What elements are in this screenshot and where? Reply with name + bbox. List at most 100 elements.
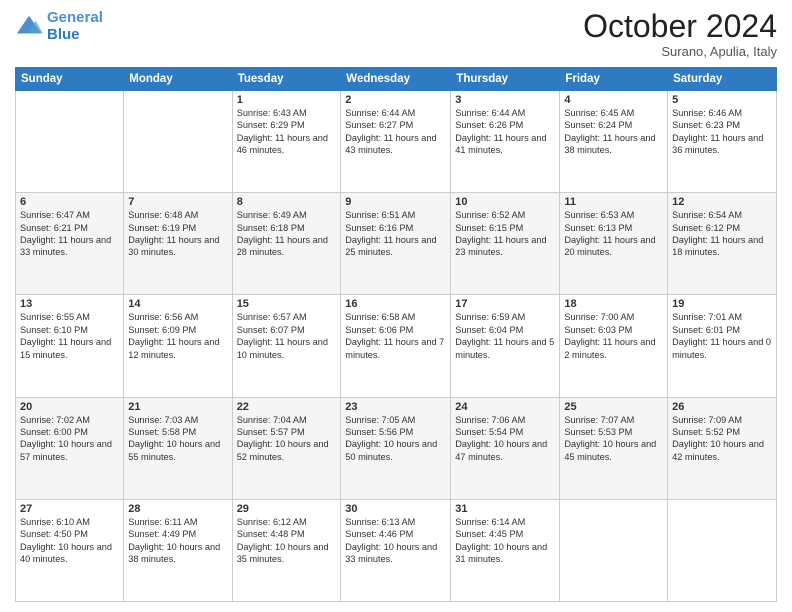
week-row-1: 1Sunrise: 6:43 AM Sunset: 6:29 PM Daylig… [16, 91, 777, 193]
day-info: Sunrise: 7:07 AM Sunset: 5:53 PM Dayligh… [564, 414, 663, 464]
day-number: 28 [128, 503, 227, 515]
day-cell: 31Sunrise: 6:14 AM Sunset: 4:45 PM Dayli… [451, 499, 560, 601]
day-number: 19 [672, 298, 772, 310]
day-number: 31 [455, 503, 555, 515]
day-info: Sunrise: 6:12 AM Sunset: 4:48 PM Dayligh… [237, 516, 337, 566]
day-number: 17 [455, 298, 555, 310]
day-number: 25 [564, 401, 663, 413]
day-number: 14 [128, 298, 227, 310]
day-header-sunday: Sunday [16, 68, 124, 91]
day-info: Sunrise: 6:54 AM Sunset: 6:12 PM Dayligh… [672, 209, 772, 259]
day-cell: 27Sunrise: 6:10 AM Sunset: 4:50 PM Dayli… [16, 499, 124, 601]
day-cell: 3Sunrise: 6:44 AM Sunset: 6:26 PM Daylig… [451, 91, 560, 193]
day-cell [16, 91, 124, 193]
week-row-5: 27Sunrise: 6:10 AM Sunset: 4:50 PM Dayli… [16, 499, 777, 601]
day-info: Sunrise: 7:03 AM Sunset: 5:58 PM Dayligh… [128, 414, 227, 464]
day-number: 2 [345, 94, 446, 106]
header-row: SundayMondayTuesdayWednesdayThursdayFrid… [16, 68, 777, 91]
day-cell: 23Sunrise: 7:05 AM Sunset: 5:56 PM Dayli… [341, 397, 451, 499]
day-cell: 9Sunrise: 6:51 AM Sunset: 6:16 PM Daylig… [341, 193, 451, 295]
logo-line2: Blue [47, 27, 103, 44]
day-number: 5 [672, 94, 772, 106]
day-cell: 13Sunrise: 6:55 AM Sunset: 6:10 PM Dayli… [16, 295, 124, 397]
day-cell: 12Sunrise: 6:54 AM Sunset: 6:12 PM Dayli… [668, 193, 777, 295]
day-info: Sunrise: 6:57 AM Sunset: 6:07 PM Dayligh… [237, 311, 337, 361]
day-cell: 17Sunrise: 6:59 AM Sunset: 6:04 PM Dayli… [451, 295, 560, 397]
day-info: Sunrise: 7:04 AM Sunset: 5:57 PM Dayligh… [237, 414, 337, 464]
day-info: Sunrise: 6:11 AM Sunset: 4:49 PM Dayligh… [128, 516, 227, 566]
day-number: 30 [345, 503, 446, 515]
day-number: 20 [20, 401, 119, 413]
week-row-2: 6Sunrise: 6:47 AM Sunset: 6:21 PM Daylig… [16, 193, 777, 295]
day-cell: 18Sunrise: 7:00 AM Sunset: 6:03 PM Dayli… [560, 295, 668, 397]
logo: General Blue [15, 10, 103, 43]
calendar-table: SundayMondayTuesdayWednesdayThursdayFrid… [15, 67, 777, 602]
day-number: 6 [20, 196, 119, 208]
day-info: Sunrise: 6:55 AM Sunset: 6:10 PM Dayligh… [20, 311, 119, 361]
day-info: Sunrise: 7:01 AM Sunset: 6:01 PM Dayligh… [672, 311, 772, 361]
month-title: October 2024 [583, 10, 777, 42]
day-cell: 15Sunrise: 6:57 AM Sunset: 6:07 PM Dayli… [232, 295, 341, 397]
day-info: Sunrise: 7:05 AM Sunset: 5:56 PM Dayligh… [345, 414, 446, 464]
day-number: 21 [128, 401, 227, 413]
day-info: Sunrise: 6:47 AM Sunset: 6:21 PM Dayligh… [20, 209, 119, 259]
day-info: Sunrise: 6:51 AM Sunset: 6:16 PM Dayligh… [345, 209, 446, 259]
day-number: 8 [237, 196, 337, 208]
day-number: 13 [20, 298, 119, 310]
day-info: Sunrise: 6:14 AM Sunset: 4:45 PM Dayligh… [455, 516, 555, 566]
day-number: 12 [672, 196, 772, 208]
week-row-3: 13Sunrise: 6:55 AM Sunset: 6:10 PM Dayli… [16, 295, 777, 397]
day-info: Sunrise: 6:56 AM Sunset: 6:09 PM Dayligh… [128, 311, 227, 361]
day-info: Sunrise: 6:53 AM Sunset: 6:13 PM Dayligh… [564, 209, 663, 259]
day-info: Sunrise: 7:06 AM Sunset: 5:54 PM Dayligh… [455, 414, 555, 464]
logo-line1: General [47, 9, 103, 26]
day-cell: 16Sunrise: 6:58 AM Sunset: 6:06 PM Dayli… [341, 295, 451, 397]
week-row-4: 20Sunrise: 7:02 AM Sunset: 6:00 PM Dayli… [16, 397, 777, 499]
day-cell: 14Sunrise: 6:56 AM Sunset: 6:09 PM Dayli… [124, 295, 232, 397]
day-header-tuesday: Tuesday [232, 68, 341, 91]
day-cell: 22Sunrise: 7:04 AM Sunset: 5:57 PM Dayli… [232, 397, 341, 499]
day-info: Sunrise: 7:00 AM Sunset: 6:03 PM Dayligh… [564, 311, 663, 361]
day-cell: 6Sunrise: 6:47 AM Sunset: 6:21 PM Daylig… [16, 193, 124, 295]
calendar-body: 1Sunrise: 6:43 AM Sunset: 6:29 PM Daylig… [16, 91, 777, 602]
day-cell: 7Sunrise: 6:48 AM Sunset: 6:19 PM Daylig… [124, 193, 232, 295]
title-block: October 2024 Surano, Apulia, Italy [583, 10, 777, 59]
day-cell: 30Sunrise: 6:13 AM Sunset: 4:46 PM Dayli… [341, 499, 451, 601]
day-info: Sunrise: 6:44 AM Sunset: 6:26 PM Dayligh… [455, 107, 555, 157]
day-number: 11 [564, 196, 663, 208]
day-cell: 20Sunrise: 7:02 AM Sunset: 6:00 PM Dayli… [16, 397, 124, 499]
day-cell: 19Sunrise: 7:01 AM Sunset: 6:01 PM Dayli… [668, 295, 777, 397]
day-number: 3 [455, 94, 555, 106]
day-number: 4 [564, 94, 663, 106]
logo-icon [15, 13, 43, 41]
day-info: Sunrise: 6:10 AM Sunset: 4:50 PM Dayligh… [20, 516, 119, 566]
day-number: 7 [128, 196, 227, 208]
day-number: 22 [237, 401, 337, 413]
day-number: 24 [455, 401, 555, 413]
day-number: 10 [455, 196, 555, 208]
day-info: Sunrise: 6:13 AM Sunset: 4:46 PM Dayligh… [345, 516, 446, 566]
day-header-friday: Friday [560, 68, 668, 91]
day-cell: 25Sunrise: 7:07 AM Sunset: 5:53 PM Dayli… [560, 397, 668, 499]
day-cell [560, 499, 668, 601]
day-cell: 26Sunrise: 7:09 AM Sunset: 5:52 PM Dayli… [668, 397, 777, 499]
location-subtitle: Surano, Apulia, Italy [583, 44, 777, 59]
day-header-monday: Monday [124, 68, 232, 91]
day-cell: 2Sunrise: 6:44 AM Sunset: 6:27 PM Daylig… [341, 91, 451, 193]
day-info: Sunrise: 6:58 AM Sunset: 6:06 PM Dayligh… [345, 311, 446, 361]
day-info: Sunrise: 6:46 AM Sunset: 6:23 PM Dayligh… [672, 107, 772, 157]
page: General Blue October 2024 Surano, Apulia… [0, 0, 792, 612]
day-info: Sunrise: 6:48 AM Sunset: 6:19 PM Dayligh… [128, 209, 227, 259]
logo-text: General Blue [47, 10, 103, 43]
calendar-header: SundayMondayTuesdayWednesdayThursdayFrid… [16, 68, 777, 91]
day-cell: 28Sunrise: 6:11 AM Sunset: 4:49 PM Dayli… [124, 499, 232, 601]
day-header-thursday: Thursday [451, 68, 560, 91]
day-cell: 11Sunrise: 6:53 AM Sunset: 6:13 PM Dayli… [560, 193, 668, 295]
day-number: 15 [237, 298, 337, 310]
day-cell [124, 91, 232, 193]
day-cell: 24Sunrise: 7:06 AM Sunset: 5:54 PM Dayli… [451, 397, 560, 499]
day-cell: 21Sunrise: 7:03 AM Sunset: 5:58 PM Dayli… [124, 397, 232, 499]
day-number: 29 [237, 503, 337, 515]
day-number: 27 [20, 503, 119, 515]
day-number: 16 [345, 298, 446, 310]
